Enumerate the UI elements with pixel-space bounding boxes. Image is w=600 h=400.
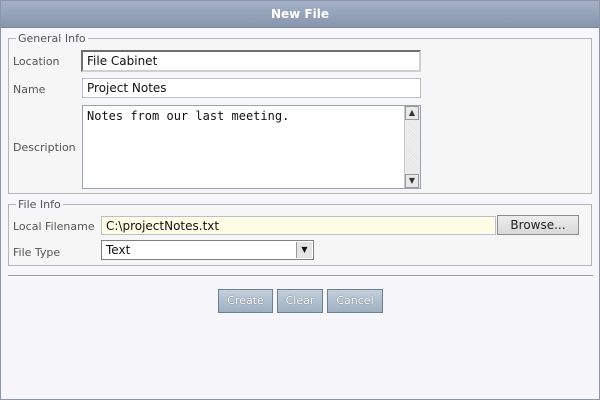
- cancel-button[interactable]: Cancel: [327, 289, 383, 313]
- dialog-title: New File: [1, 1, 599, 28]
- file-type-label: File Type: [13, 246, 61, 259]
- description-textarea[interactable]: Notes from our last meeting. ▲ ▼: [82, 105, 421, 189]
- description-scrollbar[interactable]: ▲ ▼: [404, 106, 420, 188]
- name-field[interactable]: Project Notes: [82, 78, 421, 98]
- new-file-dialog: New File General Info Location File Cabi…: [0, 0, 600, 400]
- file-info-legend: File Info: [16, 198, 63, 211]
- scroll-up-arrow-icon[interactable]: ▲: [405, 106, 419, 120]
- local-filename-label: Local Filename: [13, 220, 95, 233]
- name-label: Name: [13, 83, 46, 96]
- location-field[interactable]: File Cabinet: [81, 50, 421, 72]
- create-button[interactable]: Create: [218, 289, 273, 313]
- browse-button[interactable]: Browse...: [497, 215, 579, 235]
- description-label: Description: [13, 141, 76, 154]
- general-info-group: General Info Location File Cabinet Name …: [8, 32, 592, 194]
- scroll-down-arrow-icon[interactable]: ▼: [405, 174, 419, 188]
- file-type-select[interactable]: Text ▼: [101, 240, 314, 260]
- location-label: Location: [13, 55, 60, 68]
- description-text: Notes from our last meeting.: [87, 109, 290, 123]
- clear-button[interactable]: Clear: [277, 289, 323, 313]
- file-type-value: Text: [106, 243, 131, 257]
- general-info-legend: General Info: [16, 32, 88, 45]
- file-info-group: File Info Local Filename C:\projectNotes…: [8, 198, 592, 266]
- local-filename-field[interactable]: C:\projectNotes.txt: [101, 216, 496, 235]
- chevron-down-icon[interactable]: ▼: [296, 242, 312, 258]
- divider: [8, 275, 593, 277]
